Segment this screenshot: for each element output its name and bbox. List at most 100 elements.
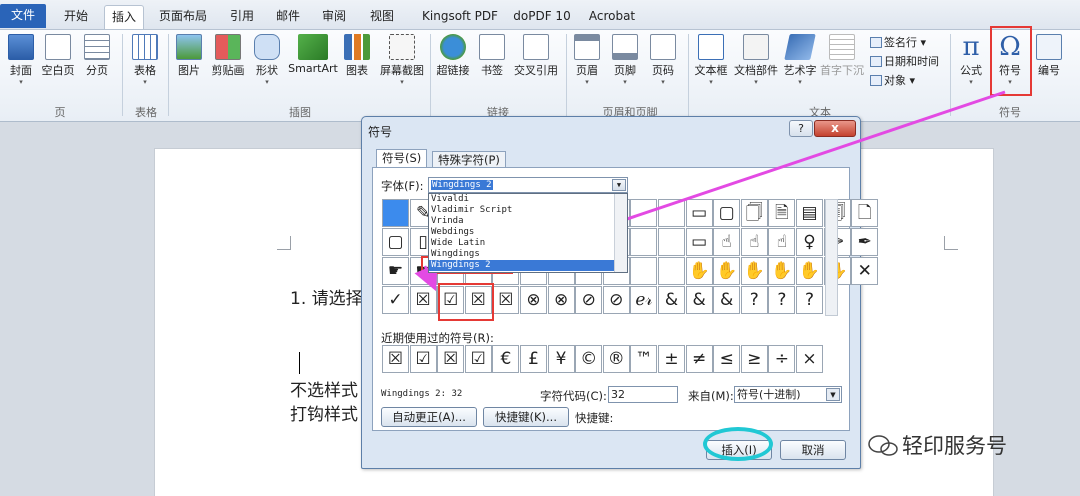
recent-symbol-cell[interactable]: × xyxy=(796,345,823,373)
clip-art-button[interactable]: 剪贴画 xyxy=(210,32,246,78)
chart-button[interactable]: 图表 xyxy=(342,32,372,78)
symbol-cell[interactable]: ☝ xyxy=(713,228,741,256)
tab-acrobat[interactable]: Acrobat xyxy=(584,5,640,29)
symbol-cell[interactable] xyxy=(658,257,685,285)
quick-parts-button[interactable]: 文档部件 ▾ xyxy=(732,32,780,86)
symbol-cell[interactable]: ? xyxy=(768,286,796,314)
numbering-button[interactable]: 编号 xyxy=(1034,32,1064,78)
symbol-cell[interactable]: & xyxy=(685,286,713,314)
symbol-cell[interactable]: ▭ xyxy=(685,199,713,227)
symbol-cell[interactable]: 🗎 xyxy=(768,199,796,227)
tab-insert[interactable]: 插入 xyxy=(104,5,144,29)
symbol-cell[interactable]: ⊗ xyxy=(520,286,547,314)
symbol-cell[interactable] xyxy=(630,257,658,285)
tab-page-layout[interactable]: 页面布局 xyxy=(150,5,216,29)
autocorrect-button[interactable]: 自动更正(A)... xyxy=(381,407,477,427)
symbol-cell[interactable]: ▢ xyxy=(382,228,409,256)
picture-button[interactable]: 图片 xyxy=(174,32,204,78)
recent-symbol-cell[interactable]: ☒ xyxy=(382,345,409,373)
recent-symbol-cell[interactable]: ☑ xyxy=(409,345,437,373)
chevron-down-icon[interactable]: ▼ xyxy=(612,179,626,191)
symbol-cell[interactable]: ✕ xyxy=(851,257,879,285)
symbol-cell[interactable]: ? xyxy=(740,286,768,314)
recent-symbol-cell[interactable]: ® xyxy=(602,345,630,373)
recent-symbol-cell[interactable]: ™ xyxy=(630,345,658,373)
equation-button[interactable]: π 公式 ▾ xyxy=(956,32,986,86)
font-option-selected[interactable]: Wingdings 2 xyxy=(429,260,627,271)
font-option[interactable]: Wide Latin xyxy=(429,238,627,249)
symbol-cell[interactable]: ⊘ xyxy=(602,286,630,314)
symbol-cell[interactable]: ☝ xyxy=(740,228,768,256)
date-time-button[interactable]: 日期和时间 xyxy=(870,53,939,69)
drop-cap-button[interactable]: 首字下沉 xyxy=(818,32,866,78)
symbol-cell[interactable] xyxy=(630,228,658,256)
symbol-cell[interactable]: ℯ𝓇 xyxy=(630,286,658,314)
symbol-cell[interactable]: 🗋 xyxy=(851,199,879,227)
symbol-cell[interactable]: ☝ xyxy=(768,228,796,256)
recent-symbol-cell[interactable]: ± xyxy=(658,345,685,373)
from-select[interactable]: 符号(十进制) ▼ xyxy=(734,386,842,403)
cross-reference-button[interactable]: 交叉引用 xyxy=(512,32,560,78)
smartart-button[interactable]: SmartArt xyxy=(288,32,338,75)
symbol-cell[interactable]: ? xyxy=(796,286,823,314)
symbol-cell[interactable]: ✋ xyxy=(740,257,768,285)
footer-button[interactable]: 页脚 ▾ xyxy=(610,32,640,86)
recent-symbol-cell[interactable]: ☑ xyxy=(464,345,492,373)
screenshot-button[interactable]: 屏幕截图 ▾ xyxy=(378,32,426,86)
symbol-cell[interactable]: ✋ xyxy=(768,257,796,285)
tab-dopdf[interactable]: doPDF 10 xyxy=(510,5,574,29)
recent-symbol-cell[interactable]: ÷ xyxy=(768,345,796,373)
font-option[interactable]: Webdings xyxy=(429,227,627,238)
tab-view[interactable]: 视图 xyxy=(362,5,402,29)
symbol-cell[interactable]: ✒ xyxy=(851,228,879,256)
object-button[interactable]: 对象 ▾ xyxy=(870,72,915,88)
symbol-cell[interactable] xyxy=(382,199,409,227)
help-button[interactable]: ? xyxy=(789,120,813,137)
char-code-input[interactable]: 32 xyxy=(608,386,678,403)
cancel-button[interactable]: 取消 xyxy=(780,440,846,460)
symbol-cell[interactable]: ▤ xyxy=(796,199,823,227)
tab-mailings[interactable]: 邮件 xyxy=(268,5,308,29)
tab-symbols[interactable]: 符号(S) xyxy=(376,149,428,169)
grid-scrollbar[interactable] xyxy=(825,199,838,316)
page-number-button[interactable]: 页码 ▾ xyxy=(648,32,678,86)
symbol-cell[interactable]: & xyxy=(658,286,685,314)
font-option[interactable]: Vivaldi xyxy=(429,194,627,205)
table-button[interactable]: 表格 ▾ xyxy=(130,32,160,86)
scrollbar[interactable] xyxy=(614,194,627,272)
tab-file[interactable]: 文件 xyxy=(0,4,46,28)
text-box-button[interactable]: 文本框 ▾ xyxy=(692,32,730,86)
tab-home[interactable]: 开始 xyxy=(56,5,96,29)
close-button[interactable]: x xyxy=(814,120,856,137)
wordart-button[interactable]: 艺术字 ▾ xyxy=(782,32,818,86)
symbol-cell[interactable] xyxy=(630,199,658,227)
font-select[interactable]: Wingdings 2 ▼ xyxy=(428,177,628,193)
font-option[interactable]: Wingdings xyxy=(429,249,627,260)
hyperlink-button[interactable]: 超链接 xyxy=(434,32,472,78)
symbol-cell[interactable]: ✋ xyxy=(685,257,713,285)
tab-references[interactable]: 引用 xyxy=(222,5,262,29)
shapes-button[interactable]: 形状 ▾ xyxy=(252,32,282,86)
chevron-down-icon[interactable]: ▼ xyxy=(826,388,840,401)
tab-kingsoft-pdf[interactable]: Kingsoft PDF xyxy=(414,5,506,29)
tab-review[interactable]: 审阅 xyxy=(314,5,354,29)
recent-symbol-cell[interactable]: € xyxy=(492,345,520,373)
symbol-cell[interactable]: 🗍 xyxy=(740,199,768,227)
recent-symbol-cell[interactable]: ☒ xyxy=(437,345,465,373)
font-option[interactable]: Vrinda xyxy=(429,216,627,227)
symbol-cell[interactable]: & xyxy=(713,286,741,314)
recent-symbol-cell[interactable]: ≥ xyxy=(740,345,768,373)
recent-symbol-cell[interactable]: ≤ xyxy=(713,345,741,373)
font-option[interactable]: Vladimir Script xyxy=(429,205,627,216)
header-button[interactable]: 页眉 ▾ xyxy=(572,32,602,86)
symbol-cell[interactable]: ☛ xyxy=(382,257,409,285)
bookmark-button[interactable]: 书签 xyxy=(478,32,506,78)
blank-page-button[interactable]: 空白页 xyxy=(40,32,76,78)
symbol-cell[interactable] xyxy=(658,228,685,256)
page-break-button[interactable]: 分页 xyxy=(82,32,112,78)
symbol-cell[interactable]: ▢ xyxy=(713,199,741,227)
symbol-cell[interactable]: ♀ xyxy=(796,228,823,256)
font-dropdown-list[interactable]: Vivaldi Vladimir Script Vrinda Webdings … xyxy=(428,193,628,273)
shortcut-key-button[interactable]: 快捷键(K)... xyxy=(483,407,569,427)
symbol-cell[interactable]: ✋ xyxy=(713,257,741,285)
